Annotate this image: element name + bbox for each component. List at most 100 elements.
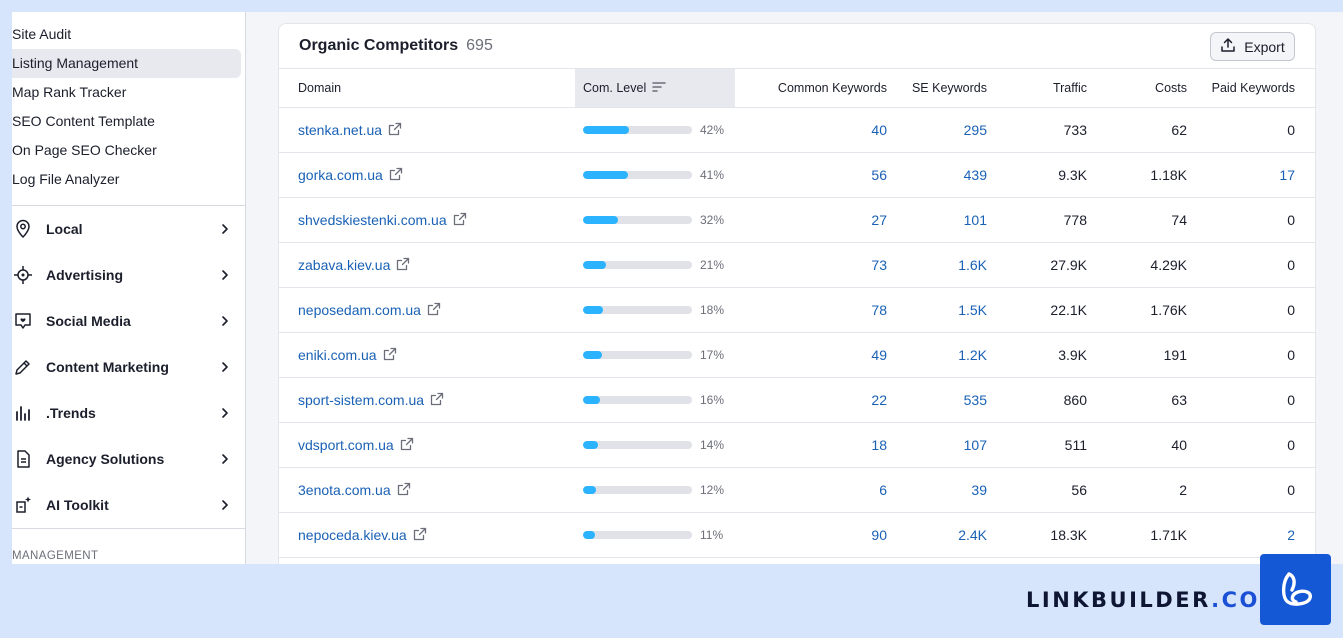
com-level-bar-fill xyxy=(583,306,603,314)
common-keywords-link[interactable]: 78 xyxy=(871,302,887,318)
common-keywords-link[interactable]: 18 xyxy=(871,437,887,453)
column-header-se-keywords[interactable]: SE Keywords xyxy=(887,69,987,107)
card-header: Organic Competitors 695 Export xyxy=(279,24,1315,68)
com-level-bar-fill xyxy=(583,171,628,179)
sidebar-subitem-log-file-analyzer[interactable]: Log File Analyzer xyxy=(12,165,241,194)
sidebar-item-local[interactable]: Local xyxy=(12,206,232,252)
domain-link[interactable]: nepoceda.kiev.ua xyxy=(298,527,407,543)
se-keywords-link[interactable]: 295 xyxy=(964,122,987,138)
common-keywords-link[interactable]: 6 xyxy=(879,482,887,498)
column-header-costs[interactable]: Costs xyxy=(1087,69,1187,107)
external-link-icon[interactable] xyxy=(383,347,397,364)
numeric-cell: 1.76K xyxy=(1087,288,1187,332)
external-link-icon[interactable] xyxy=(413,527,427,544)
se-keywords-link[interactable]: 439 xyxy=(964,167,987,183)
common-keywords-link[interactable]: 40 xyxy=(871,122,887,138)
common-keywords-link[interactable]: 49 xyxy=(871,347,887,363)
sidebar-subitem-site-audit[interactable]: Site Audit xyxy=(12,20,241,49)
numeric-cell: 18 xyxy=(735,423,887,467)
numeric-cell: 0 xyxy=(1187,288,1295,332)
traffic-value: 860 xyxy=(1063,392,1087,408)
external-link-icon[interactable] xyxy=(388,122,402,139)
numeric-cell: 1.18K xyxy=(1087,153,1187,197)
common-keywords-link[interactable]: 27 xyxy=(871,212,887,228)
sidebar-item-content-marketing[interactable]: Content Marketing xyxy=(12,344,232,390)
external-link-icon[interactable] xyxy=(397,482,411,499)
sidebar-item-agency-solutions[interactable]: Agency Solutions xyxy=(12,436,232,482)
numeric-cell: 778 xyxy=(987,198,1087,242)
external-link-icon[interactable] xyxy=(396,257,410,274)
traffic-value: 22.1K xyxy=(1050,302,1087,318)
numeric-cell: 107 xyxy=(887,423,987,467)
external-link-icon[interactable] xyxy=(427,302,441,319)
external-link-icon[interactable] xyxy=(400,437,414,454)
se-keywords-link[interactable]: 101 xyxy=(964,212,987,228)
sidebar-subitem-seo-content-template[interactable]: SEO Content Template xyxy=(12,107,241,136)
sidebar-item-trends[interactable]: .Trends xyxy=(12,390,232,436)
se-keywords-link[interactable]: 1.2K xyxy=(958,347,987,363)
sidebar-subitem-on-page-seo-checker[interactable]: On Page SEO Checker xyxy=(12,136,241,165)
sidebar-item-ai-toolkit[interactable]: AI Toolkit xyxy=(12,482,232,528)
sidebar-item-label: Content Marketing xyxy=(46,359,169,375)
se-keywords-link[interactable]: 1.6K xyxy=(958,257,987,273)
traffic-value: 511 xyxy=(1064,437,1087,453)
column-header-com-level[interactable]: Com. Level xyxy=(575,69,735,107)
external-link-icon[interactable] xyxy=(430,392,444,409)
com-level-bar xyxy=(583,396,692,404)
common-keywords-link[interactable]: 90 xyxy=(871,527,887,543)
paid-keywords-value: 0 xyxy=(1287,347,1295,363)
common-keywords-link[interactable]: 22 xyxy=(871,392,887,408)
column-header-traffic[interactable]: Traffic xyxy=(987,69,1087,107)
costs-value: 1.76K xyxy=(1150,302,1187,318)
numeric-cell: 56 xyxy=(987,468,1087,512)
numeric-cell: 63 xyxy=(1087,378,1187,422)
traffic-value: 733 xyxy=(1063,122,1087,138)
costs-value: 4.29K xyxy=(1150,257,1187,273)
com-level-bar xyxy=(583,531,692,539)
numeric-cell: 1.2K xyxy=(887,333,987,377)
com-level-percent: 16% xyxy=(700,393,725,407)
export-button[interactable]: Export xyxy=(1210,32,1295,61)
linkbuilder-logo-icon xyxy=(1260,554,1331,625)
sidebar-subitem-map-rank-tracker[interactable]: Map Rank Tracker xyxy=(12,78,241,107)
external-link-icon[interactable] xyxy=(389,167,403,184)
se-keywords-link[interactable]: 535 xyxy=(964,392,987,408)
se-keywords-link[interactable]: 1.5K xyxy=(958,302,987,318)
column-header-paid-keywords[interactable]: Paid Keywords xyxy=(1187,69,1295,107)
domain-link[interactable]: vdsport.com.ua xyxy=(298,437,394,453)
paid-keywords-value[interactable]: 17 xyxy=(1279,167,1295,183)
numeric-cell: 0 xyxy=(1187,468,1295,512)
numeric-cell: 2.4K xyxy=(887,513,987,557)
table-row: 3enota.com.ua 12% 6 39 56 2 0 xyxy=(279,468,1315,513)
sidebar-item-advertising[interactable]: Advertising xyxy=(12,252,232,298)
sort-icon xyxy=(652,81,666,96)
upload-icon xyxy=(1220,37,1236,56)
domain-link[interactable]: sport-sistem.com.ua xyxy=(298,392,424,408)
paid-keywords-value: 0 xyxy=(1287,302,1295,318)
common-keywords-link[interactable]: 73 xyxy=(871,257,887,273)
domain-link[interactable]: shvedskiestenki.com.ua xyxy=(298,212,447,228)
column-header-domain[interactable]: Domain xyxy=(279,69,575,107)
sidebar-subitem-listing-management[interactable]: Listing Management xyxy=(12,49,241,78)
domain-link[interactable]: stenka.net.ua xyxy=(298,122,382,138)
sidebar-item-social-media[interactable]: Social Media xyxy=(12,298,232,344)
se-keywords-link[interactable]: 39 xyxy=(971,482,987,498)
common-keywords-link[interactable]: 56 xyxy=(871,167,887,183)
external-link-icon[interactable] xyxy=(453,212,467,229)
com-level-cell: 32% xyxy=(575,198,735,242)
column-header-common-keywords[interactable]: Common Keywords xyxy=(735,69,887,107)
com-level-bar-fill xyxy=(583,441,599,449)
domain-link[interactable]: gorka.com.ua xyxy=(298,167,383,183)
numeric-cell: 535 xyxy=(887,378,987,422)
se-keywords-link[interactable]: 2.4K xyxy=(958,527,987,543)
traffic-value: 18.3K xyxy=(1050,527,1087,543)
paid-keywords-value[interactable]: 2 xyxy=(1287,527,1295,543)
domain-link[interactable]: 3enota.com.ua xyxy=(298,482,391,498)
domain-link[interactable]: neposedam.com.ua xyxy=(298,302,421,318)
domain-link[interactable]: eniki.com.ua xyxy=(298,347,377,363)
se-keywords-link[interactable]: 107 xyxy=(964,437,987,453)
numeric-cell: 0 xyxy=(1187,108,1295,152)
domain-link[interactable]: zabava.kiev.ua xyxy=(298,257,390,273)
table-row: neposedam.com.ua 18% 78 1.5K 22.1K 1.76K 0 xyxy=(279,288,1315,333)
paid-keywords-value: 0 xyxy=(1287,482,1295,498)
